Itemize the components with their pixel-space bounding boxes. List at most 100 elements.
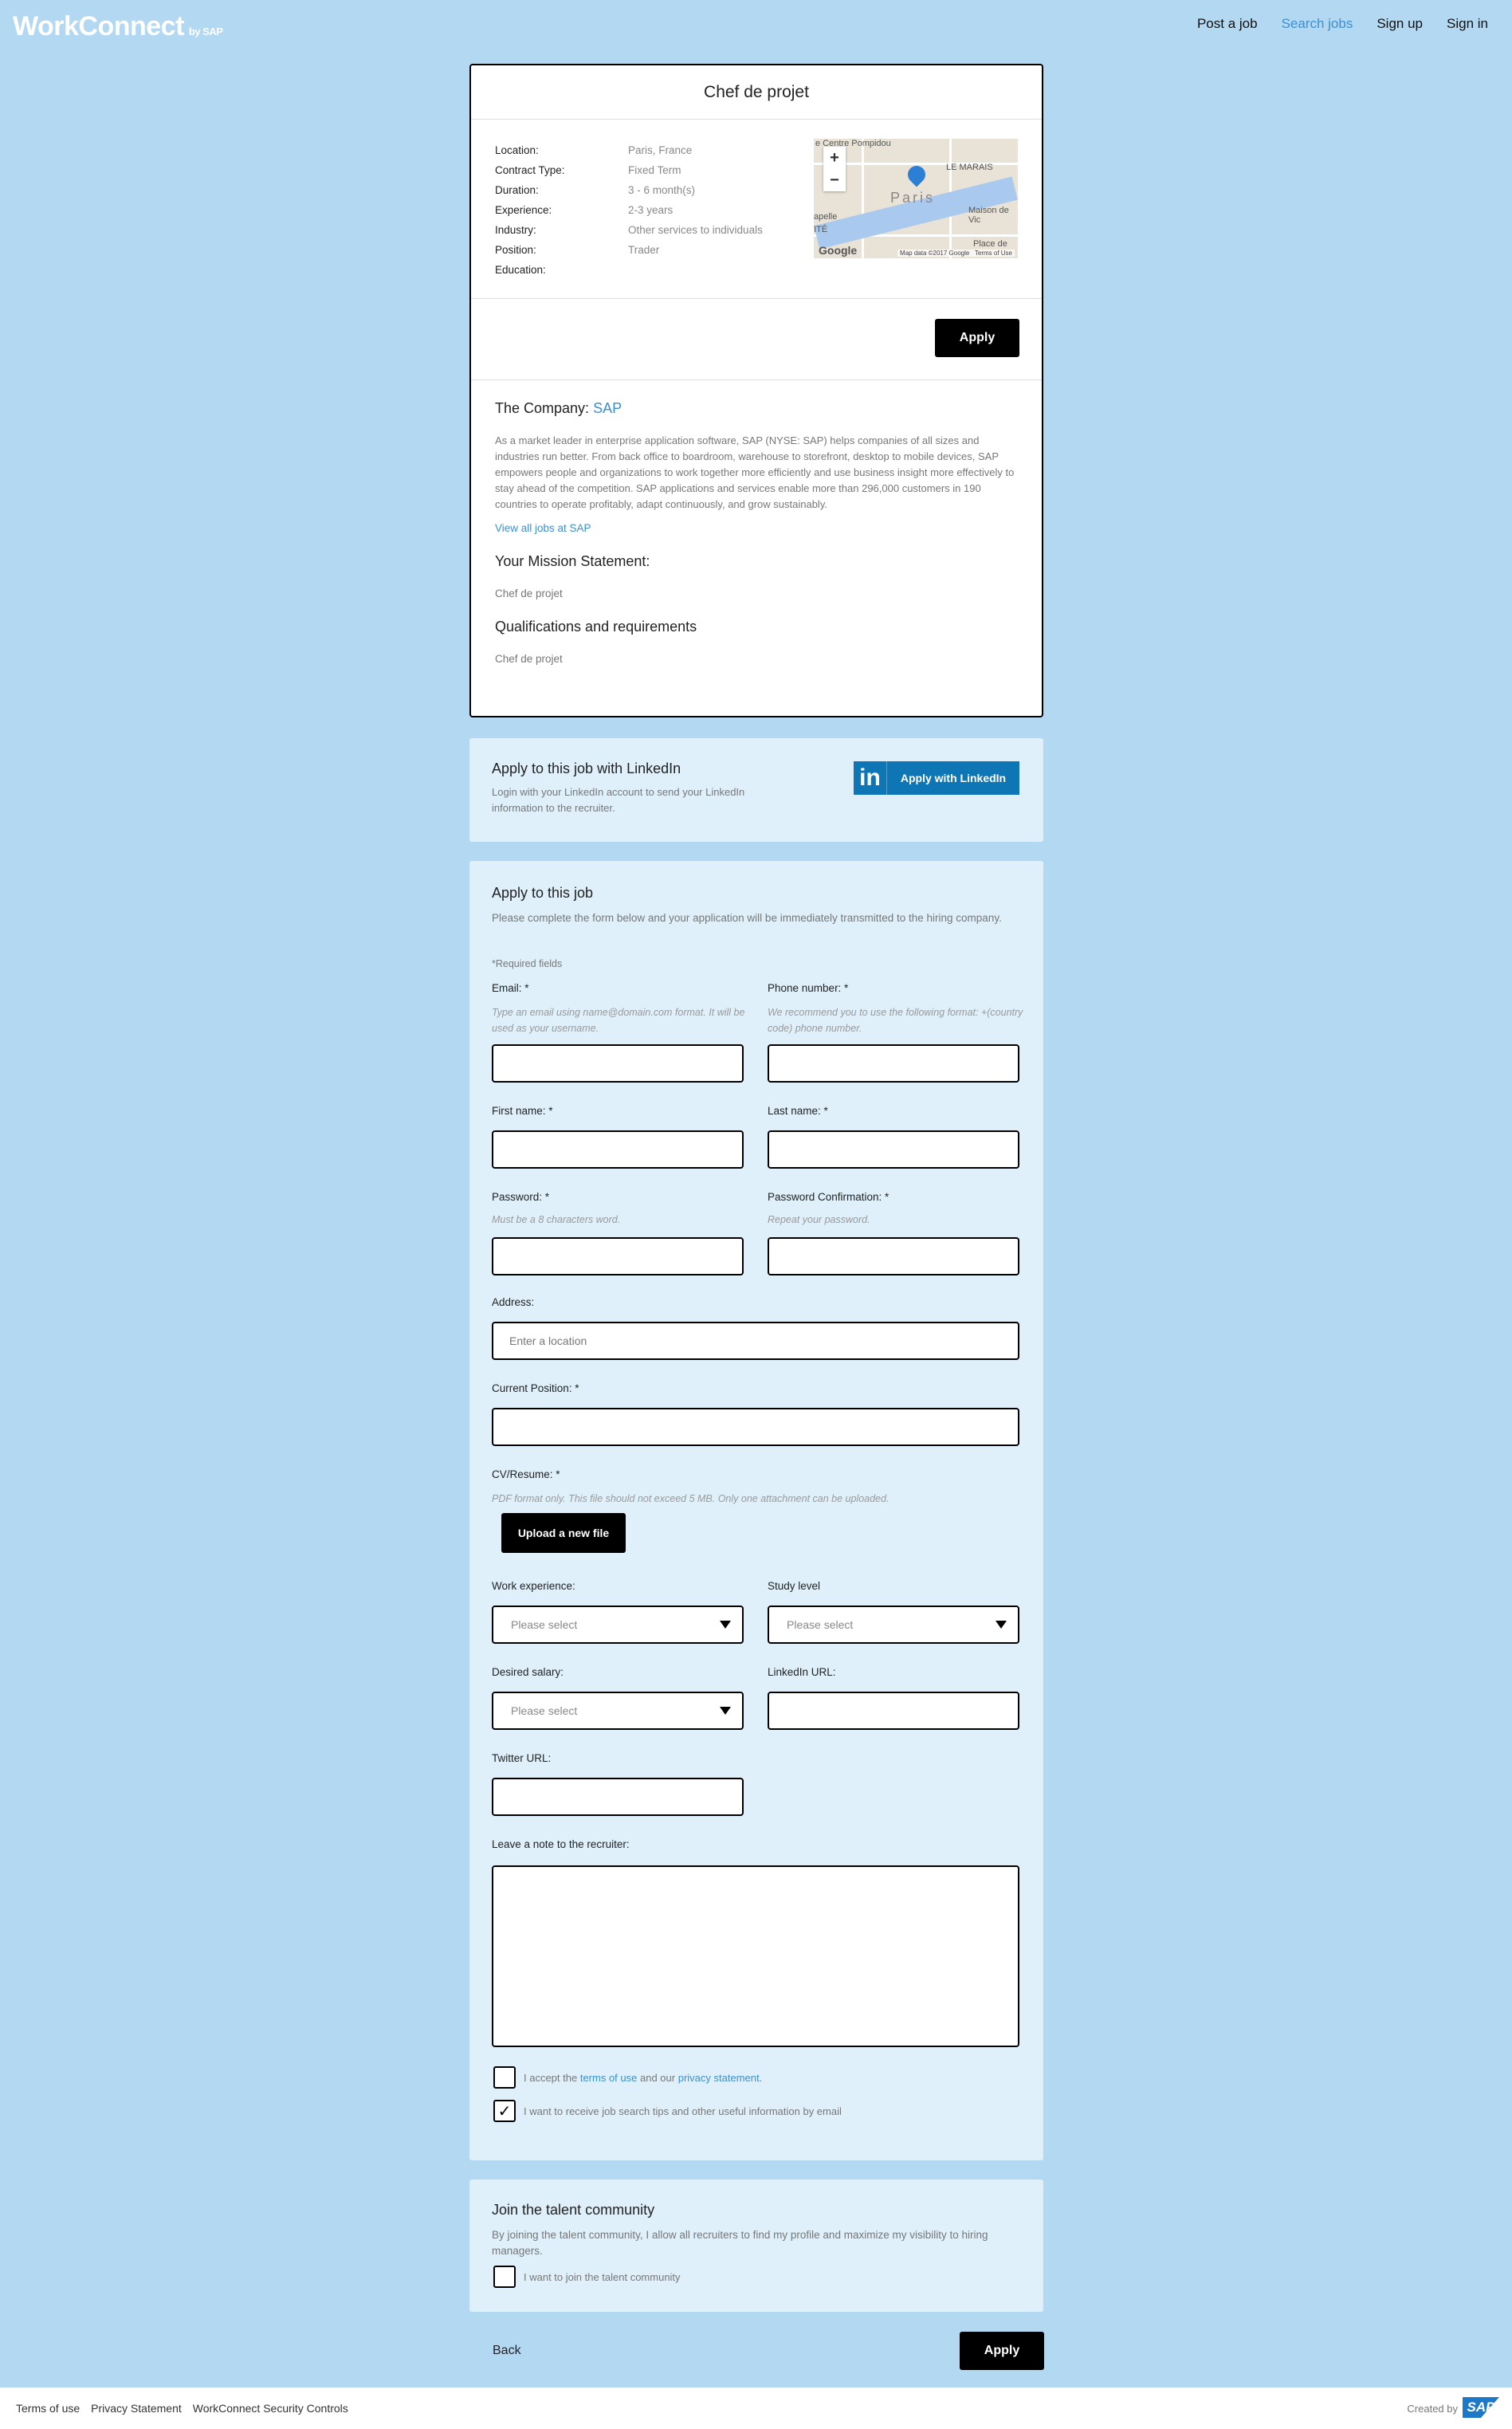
required-fields-note: *Required fields (492, 958, 563, 969)
desired-salary-select[interactable]: Please select (492, 1692, 744, 1730)
note-label: Leave a note to the recruiter: (492, 1838, 630, 1850)
talent-community-label: I want to join the talent community (524, 2271, 681, 2283)
dropdown-arrow-icon (720, 1707, 731, 1715)
checkmark-icon: ✓ (497, 2102, 512, 2120)
form-heading: Apply to this job (492, 885, 594, 901)
recruiter-note-textarea[interactable] (492, 1865, 1019, 2047)
address-input[interactable] (492, 1322, 1019, 1360)
divider (471, 379, 1042, 380)
email-hint: Type an email using name@domain.com form… (492, 1007, 745, 1034)
first-name-label: First name: * (492, 1105, 553, 1117)
privacy-statement-link[interactable]: privacy statement (678, 2072, 760, 2084)
password-label: Password: * (492, 1191, 550, 1203)
talent-description: By joining the talent community, I allow… (492, 2229, 988, 2257)
nav-search-jobs[interactable]: Search jobs (1282, 16, 1353, 32)
current-position-field[interactable] (492, 1408, 1019, 1446)
password-hint: Must be a 8 characters word. (492, 1214, 621, 1225)
back-link[interactable]: Back (493, 2344, 521, 2358)
map-pin-icon (904, 162, 929, 187)
talent-heading: Join the talent community (492, 2202, 655, 2218)
google-logo: Google (819, 244, 858, 257)
site-header: WorkConnect by SAP Post a job Search jobs… (0, 0, 1512, 51)
last-name-field[interactable] (768, 1130, 1019, 1169)
linkedin-url-field[interactable] (768, 1692, 1019, 1730)
cv-label: CV/Resume: * (492, 1468, 560, 1480)
job-tips-label: I want to receive job search tips and ot… (524, 2105, 842, 2117)
phone-hint: We recommend you to use the following fo… (768, 1007, 1023, 1034)
dropdown-arrow-icon (996, 1621, 1007, 1629)
apply-with-linkedin-button[interactable]: in Apply with LinkedIn (854, 761, 1019, 795)
password-confirm-label: Password Confirmation: * (768, 1191, 890, 1203)
email-field[interactable] (492, 1044, 744, 1083)
footer-privacy-statement-link[interactable]: Privacy Statement (91, 2402, 182, 2415)
terms-of-use-link[interactable]: terms of use (580, 2072, 638, 2084)
company-heading: The Company: SAP (495, 400, 622, 416)
sap-logo[interactable]: SAP (1463, 2397, 1499, 2418)
divider (471, 298, 1042, 299)
phone-field[interactable] (768, 1044, 1019, 1083)
created-by-label: Created by (1407, 2403, 1458, 2415)
mission-heading: Your Mission Statement: (495, 553, 650, 569)
linkedin-apply-card: Apply to this job with LinkedIn Login wi… (469, 738, 1043, 842)
talent-community-card: Join the talent community By joining the… (469, 2179, 1043, 2312)
password-field[interactable] (492, 1237, 744, 1275)
work-experience-select[interactable]: Please select (492, 1606, 744, 1644)
map-label: ITÉ (814, 225, 828, 234)
study-level-label: Study level (768, 1580, 821, 1592)
nav-sign-in[interactable]: Sign in (1447, 16, 1488, 32)
address-label: Address: (492, 1296, 535, 1308)
workconnect-logo[interactable]: WorkConnect by SAP (13, 11, 223, 42)
detail-experience: Experience: 2-3 years (495, 204, 674, 216)
company-link[interactable]: SAP (593, 400, 622, 416)
phone-label: Phone number: * (768, 982, 849, 994)
first-name-field[interactable] (492, 1130, 744, 1169)
job-tips-checkbox[interactable]: ✓ (493, 2100, 516, 2122)
form-intro: Please complete the form below and your … (492, 912, 1002, 924)
job-details-list: Location: Paris, France Contract Type: Fix… (495, 140, 763, 280)
detail-duration: Duration: 3 - 6 month(s) (495, 184, 696, 196)
detail-contract-type: Contract Type: Fixed Term (495, 164, 681, 176)
job-title: Chef de projet (471, 65, 1042, 120)
linkedin-icon: in (854, 761, 887, 795)
job-details-card: Chef de projet Location: Paris, France Co… (469, 64, 1043, 717)
cv-hint: PDF format only. This file should not ex… (492, 1493, 890, 1504)
terms-checkbox[interactable] (493, 2066, 516, 2089)
study-level-select[interactable]: Please select (768, 1606, 1019, 1644)
linkedin-description: Login with your LinkedIn account to send… (492, 786, 745, 814)
footer-links: Terms of use Privacy Statement WorkConne… (16, 2402, 348, 2415)
work-experience-label: Work experience: (492, 1580, 575, 1592)
location-map[interactable]: e Centre Pompidou LE MARAIS Paris Maison… (814, 139, 1018, 258)
apply-button-top[interactable]: Apply (935, 319, 1019, 357)
map-label: LE MARAIS (946, 163, 993, 172)
footer-terms-of-use-link[interactable]: Terms of use (16, 2402, 80, 2415)
detail-industry: Industry: Other services to individuals (495, 224, 763, 236)
view-all-jobs-link[interactable]: View all jobs at SAP (495, 522, 1021, 534)
twitter-url-label: Twitter URL: (492, 1752, 552, 1764)
current-position-label: Current Position: * (492, 1382, 579, 1394)
twitter-url-field[interactable] (492, 1778, 744, 1816)
map-zoom-controls: + − (823, 147, 846, 191)
linkedin-url-label: LinkedIn URL: (768, 1666, 836, 1678)
footer-security-controls-link[interactable]: WorkConnect Security Controls (193, 2402, 348, 2415)
detail-position: Position: Trader (495, 244, 660, 256)
talent-community-checkbox[interactable] (493, 2266, 516, 2288)
map-label: Place de (973, 239, 1007, 249)
map-zoom-in-icon[interactable]: + (823, 147, 846, 169)
dropdown-arrow-icon (720, 1621, 731, 1629)
map-zoom-out-icon[interactable]: − (823, 169, 846, 191)
nav-post-a-job[interactable]: Post a job (1197, 16, 1258, 32)
detail-location: Location: Paris, France (495, 144, 693, 156)
upload-file-button[interactable]: Upload a new file (501, 1513, 626, 1553)
password-confirm-field[interactable] (768, 1237, 1019, 1275)
mission-text: Chef de projet (495, 588, 563, 599)
application-form: Apply to this job Please complete the fo… (469, 861, 1043, 2160)
map-label: apelle (814, 212, 838, 222)
nav-sign-up[interactable]: Sign up (1377, 16, 1423, 32)
apply-button-bottom[interactable]: Apply (960, 2332, 1044, 2370)
map-road (862, 139, 864, 258)
qualifications-text: Chef de projet (495, 653, 563, 665)
map-terms-link[interactable]: Terms of Use (975, 250, 1012, 257)
desired-salary-label: Desired salary: (492, 1666, 564, 1678)
map-label: Paris (890, 190, 936, 206)
qualifications-heading: Qualifications and requirements (495, 619, 697, 635)
